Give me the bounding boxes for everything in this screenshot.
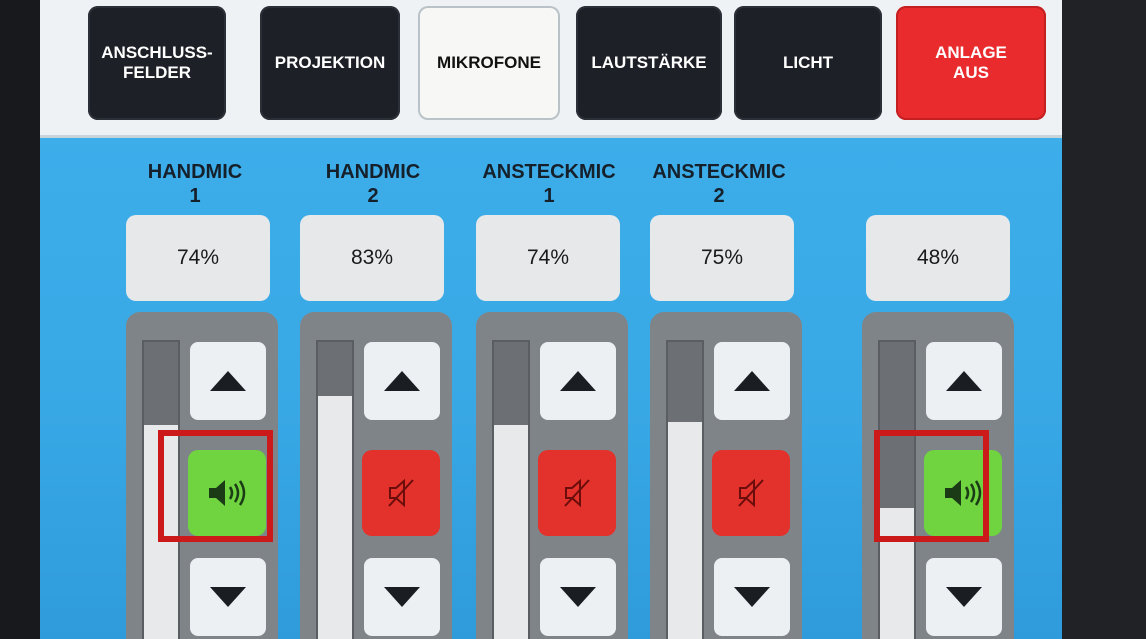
channel-strip-handmic-2: [300, 312, 452, 639]
arrow-down-icon: [560, 587, 596, 607]
tab-anschlussfelder[interactable]: ANSCHLUSS- FELDER: [88, 6, 226, 120]
touch-panel-screen: ANSCHLUSS- FELDER PROJEKTION MIKROFONE L…: [40, 0, 1062, 639]
channel-strip-ansteckmic-1: [476, 312, 628, 639]
speaker-muted-icon: [738, 478, 764, 508]
arrow-up-icon: [384, 371, 420, 391]
volume-down-button[interactable]: [714, 558, 790, 636]
arrow-down-icon: [210, 587, 246, 607]
channel-label-handmic-2: HANDMIC 2: [325, 161, 421, 207]
channel-level-handmic-2: 83%: [300, 215, 444, 301]
speaker-muted-icon: [388, 478, 414, 508]
channel-strip-ansteckmic-2: [650, 312, 802, 639]
tab-licht[interactable]: LICHT: [734, 6, 882, 120]
level-meter[interactable]: [492, 340, 530, 639]
volume-up-button[interactable]: [364, 342, 440, 420]
arrow-up-icon: [210, 371, 246, 391]
volume-down-button[interactable]: [540, 558, 616, 636]
volume-up-button[interactable]: [926, 342, 1002, 420]
level-meter[interactable]: [142, 340, 180, 639]
mute-toggle-button[interactable]: [538, 450, 616, 536]
level-meter[interactable]: [666, 340, 704, 639]
channel-label-handmic-1: HANDMIC 1: [147, 161, 243, 207]
level-meter[interactable]: [878, 340, 916, 639]
channel-strip-5: [862, 312, 1014, 639]
level-meter[interactable]: [316, 340, 354, 639]
speaker-muted-icon: [564, 478, 590, 508]
tab-projektion[interactable]: PROJEKTION: [260, 6, 400, 120]
mute-toggle-button[interactable]: [924, 450, 1002, 536]
volume-up-button[interactable]: [190, 342, 266, 420]
speaker-on-icon: [209, 480, 246, 506]
arrow-up-icon: [946, 371, 982, 391]
channel-level-5: 48%: [866, 215, 1010, 301]
tab-anlage-aus[interactable]: ANLAGE AUS: [896, 6, 1046, 120]
channel-level-handmic-1: 74%: [126, 215, 270, 301]
volume-down-button[interactable]: [190, 558, 266, 636]
channel-label-ansteckmic-1: ANSTECKMIC 1: [482, 161, 616, 207]
arrow-down-icon: [946, 587, 982, 607]
tab-bar: ANSCHLUSS- FELDER PROJEKTION MIKROFONE L…: [40, 0, 1062, 138]
device-bezel-right: [1062, 0, 1146, 639]
arrow-up-icon: [560, 371, 596, 391]
channel-label-ansteckmic-2: ANSTECKMIC 2: [652, 161, 786, 207]
tab-mikrofone[interactable]: MIKROFONE: [418, 6, 560, 120]
channel-level-ansteckmic-2: 75%: [650, 215, 794, 301]
volume-up-button[interactable]: [540, 342, 616, 420]
mute-toggle-button[interactable]: [712, 450, 790, 536]
speaker-on-icon: [945, 480, 982, 506]
channel-strip-handmic-1: [126, 312, 278, 639]
arrow-down-icon: [734, 587, 770, 607]
arrow-down-icon: [384, 587, 420, 607]
mute-toggle-button[interactable]: [362, 450, 440, 536]
volume-down-button[interactable]: [926, 558, 1002, 636]
device-bezel-left: [0, 0, 40, 639]
volume-up-button[interactable]: [714, 342, 790, 420]
channel-level-ansteckmic-1: 74%: [476, 215, 620, 301]
mute-toggle-button[interactable]: [188, 450, 266, 536]
tab-lautstaerke[interactable]: LAUTSTÄRKE: [576, 6, 722, 120]
arrow-up-icon: [734, 371, 770, 391]
volume-down-button[interactable]: [364, 558, 440, 636]
